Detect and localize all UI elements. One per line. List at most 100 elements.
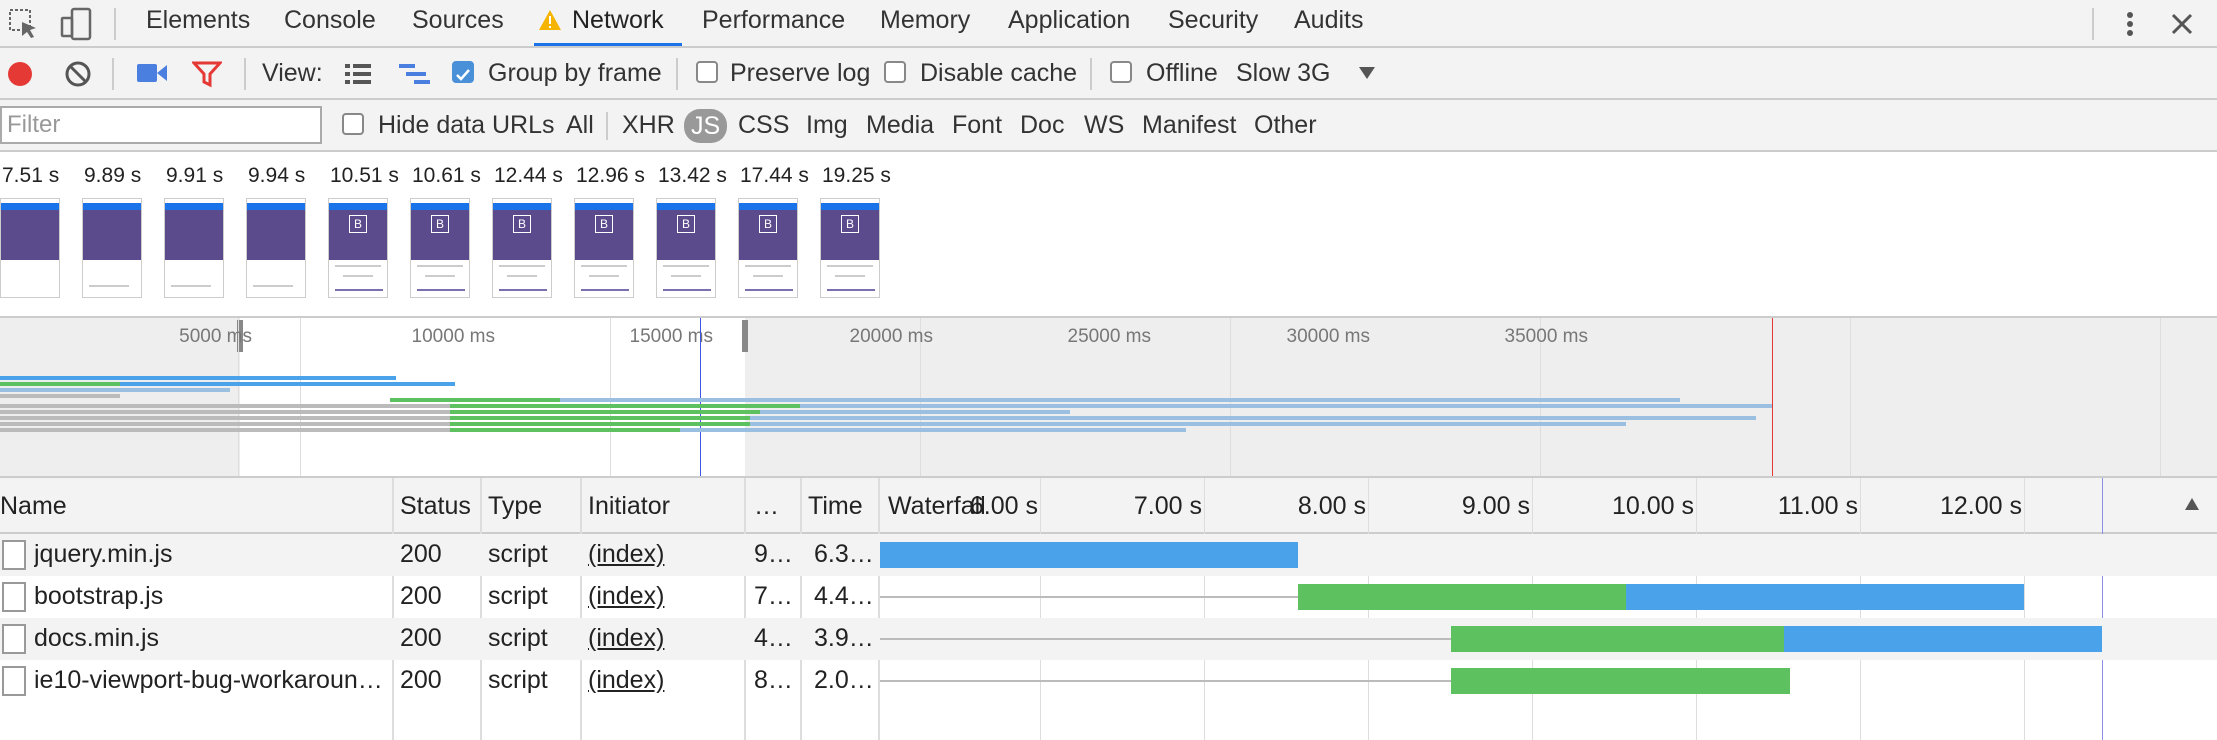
thumbnail-text-line [671,275,701,277]
thumbnail-text-line [335,289,383,291]
column-header-initiator[interactable]: Initiator [588,478,670,534]
offline-checkbox[interactable] [1110,61,1132,83]
table-row[interactable]: jquery.min.js 200 script (index) 9… 6.3… [0,534,2217,576]
clear-icon[interactable] [64,60,92,88]
tab-elements[interactable]: Elements [146,0,250,46]
overview-request-bar [750,422,1626,426]
filmstrip-thumbnail[interactable] [246,198,306,298]
hide-data-urls-checkbox[interactable] [342,113,364,135]
column-header-status[interactable]: Status [400,478,471,534]
tab-audits[interactable]: Audits [1294,0,1363,46]
table-row[interactable]: bootstrap.js 200 script (index) 7… 4.4… [0,576,2217,618]
filmstrip-thumbnail[interactable] [164,198,224,298]
close-icon[interactable] [2164,6,2200,42]
filter-type-media[interactable]: Media [866,100,934,150]
overview-time-label: 35000 ms [1504,326,1588,347]
thumbnail-navbar [575,203,633,210]
tab-network[interactable]: Network [534,0,682,46]
waterfall-tick-label: 6.00 s [969,492,1038,520]
table-row[interactable]: docs.min.js 200 script (index) 4… 3.9… [0,618,2217,660]
overview-request-bar [760,410,1070,414]
overview-time-label: 20000 ms [849,326,933,347]
capture-screenshots-icon[interactable] [136,62,168,84]
column-header-time[interactable]: Time [808,478,863,534]
bootstrap-logo-icon: B [349,215,367,233]
filmstrip-thumbnail[interactable]: B [328,198,388,298]
filmstrip-thumbnail[interactable]: B [656,198,716,298]
filter-type-manifest[interactable]: Manifest [1142,100,1236,150]
filter-type-all[interactable]: All [566,100,594,150]
filter-type-ws[interactable]: WS [1084,100,1124,150]
filmstrip-thumbnail[interactable] [82,198,142,298]
request-name[interactable]: bootstrap.js [34,576,384,616]
filter-type-doc[interactable]: Doc [1020,100,1064,150]
overview-request-bar [800,404,1772,408]
preserve-log-checkbox[interactable] [696,61,718,83]
filmstrip-thumbnail[interactable]: B [574,198,634,298]
divider [2092,8,2094,40]
thumbnail-text-line [499,265,545,267]
selection-right-handle[interactable] [742,320,748,352]
large-rows-icon[interactable] [344,62,372,86]
request-status: 200 [400,582,442,610]
filter-type-js[interactable]: JS [684,109,728,143]
disable-cache-checkbox[interactable] [884,61,906,83]
table-row[interactable]: ie10-viewport-bug-workaroun… 200 script (in… [0,660,2217,702]
column-header-name[interactable]: Name [0,478,67,534]
chevron-down-icon[interactable] [1358,66,1376,80]
filter-type-css[interactable]: CSS [738,100,789,150]
waterfall-tick-label: 8.00 s [1297,492,1366,520]
tab-performance[interactable]: Performance [702,0,845,46]
thumbnail-text-line [417,289,465,291]
filter-icon[interactable] [192,60,222,88]
filmstrip-thumbnail[interactable]: B [492,198,552,298]
hide-data-urls-label: Hide data URLs [378,111,555,139]
filmstrip-frame-time: 10.51 s [330,164,399,187]
sort-ascending-icon[interactable] [2184,496,2200,512]
column-header-type[interactable]: Type [488,478,542,534]
request-initiator[interactable]: (index) [588,618,738,658]
request-name[interactable]: ie10-viewport-bug-workaroun… [34,660,384,700]
throttle-select[interactable]: Slow 3G [1236,48,1330,98]
group-by-frame-checkbox[interactable] [452,61,474,83]
script-file-icon [2,624,26,654]
request-name[interactable]: jquery.min.js [34,534,384,574]
request-initiator[interactable]: (index) [588,660,738,700]
device-toolbar-icon[interactable] [58,6,94,42]
filter-type-font[interactable]: Font [952,100,1002,150]
tab-console[interactable]: Console [284,0,376,46]
filmstrip-thumbnail[interactable]: B [738,198,798,298]
view-label: View: [262,59,323,87]
thumbnail-text-line [827,289,875,291]
tab-sources[interactable]: Sources [412,0,504,46]
overview-request-bar [0,428,450,432]
filter-type-xhr[interactable]: XHR [622,100,675,150]
more-options-icon[interactable] [2112,6,2148,42]
divider [244,58,246,90]
thumbnail-navbar [247,203,305,210]
request-size: 8… [754,666,793,694]
thumbnail-text-line [425,275,455,277]
filter-type-other[interactable]: Other [1254,100,1317,150]
tab-memory[interactable]: Memory [880,0,970,46]
timeline-overview[interactable]: 5000 ms 10000 ms 15000 ms 20000 ms 25000 ms 3… [0,318,2217,478]
waterfall-tick-label: 12.00 s [1939,492,2022,520]
filmstrip-thumbnail[interactable] [0,198,60,298]
filter-type-img[interactable]: Img [806,100,848,150]
filmstrip-thumbnail[interactable]: B [410,198,470,298]
tab-application[interactable]: Application [1008,0,1130,46]
bootstrap-logo-icon: B [513,215,531,233]
overview-icon[interactable] [398,62,432,86]
request-initiator[interactable]: (index) [588,534,738,574]
overview-time-label: 15000 ms [629,326,713,347]
request-initiator[interactable]: (index) [588,576,738,616]
filter-input[interactable]: Filter [0,106,322,144]
request-name[interactable]: docs.min.js [34,618,384,658]
inspect-element-icon[interactable] [6,6,42,42]
thumbnail-navbar [329,203,387,210]
record-icon[interactable] [6,60,34,88]
request-type: script [488,666,548,694]
filmstrip-thumbnail[interactable]: B [820,198,880,298]
tab-security[interactable]: Security [1168,0,1258,46]
column-header-size[interactable]: … [754,478,779,534]
